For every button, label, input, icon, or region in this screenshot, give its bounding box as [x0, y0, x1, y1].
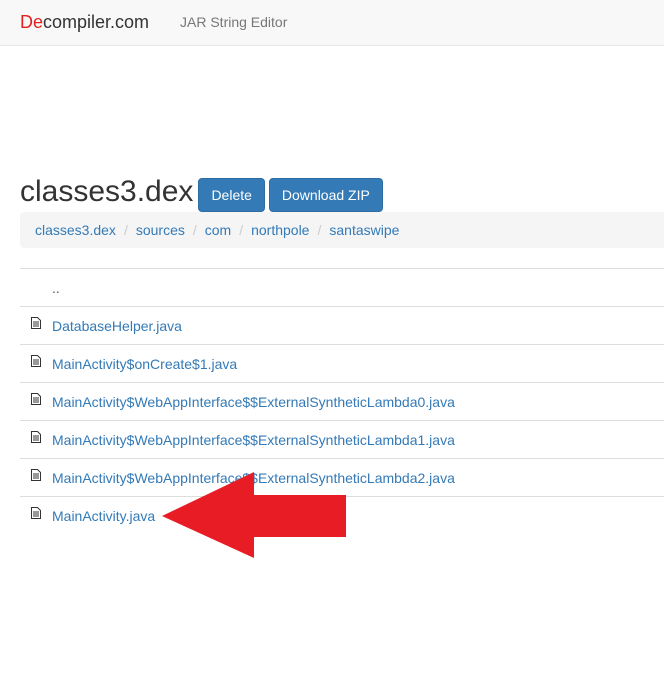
page-title: classes3.dex — [20, 175, 194, 208]
breadcrumb-separator: / — [192, 222, 197, 238]
breadcrumb-item-northpole[interactable]: northpole — [251, 222, 309, 238]
file-row[interactable]: MainActivity$WebAppInterface$$ExternalSy… — [20, 383, 664, 421]
file-icon — [31, 431, 41, 443]
brand-accent: De — [20, 12, 44, 32]
file-icon — [31, 317, 41, 329]
file-link[interactable]: DatabaseHelper.java — [52, 318, 182, 334]
file-link[interactable]: MainActivity$WebAppInterface$$ExternalSy… — [52, 394, 455, 410]
parent-directory-row[interactable]: .. — [20, 269, 664, 307]
file-row[interactable]: DatabaseHelper.java — [20, 307, 664, 345]
file-icon — [31, 469, 41, 481]
nav-link-jar-string-editor[interactable]: JAR String Editor — [180, 14, 287, 30]
brand-logo-link[interactable]: Decompiler.com — [20, 11, 149, 33]
breadcrumb-item-sources[interactable]: sources — [136, 222, 185, 238]
delete-button[interactable]: Delete — [198, 178, 265, 212]
red-arrow-left-icon — [162, 472, 346, 558]
breadcrumb: classes3.dex / sources / com / northpole… — [20, 212, 664, 248]
breadcrumb-item-santaswipe[interactable]: santaswipe — [329, 222, 399, 238]
breadcrumb-separator: / — [123, 222, 128, 238]
file-row[interactable]: MainActivity$WebAppInterface$$ExternalSy… — [20, 421, 664, 459]
file-icon — [31, 507, 41, 519]
download-zip-button[interactable]: Download ZIP — [268, 178, 383, 212]
breadcrumb-separator: / — [317, 222, 322, 238]
breadcrumb-item-com[interactable]: com — [205, 222, 231, 238]
parent-directory-link[interactable]: .. — [52, 280, 60, 296]
file-icon — [31, 393, 41, 405]
file-link[interactable]: MainActivity$WebAppInterface$$ExternalSy… — [52, 432, 455, 448]
file-icon — [31, 355, 41, 367]
breadcrumb-item-classes3-dex[interactable]: classes3.dex — [35, 222, 116, 238]
breadcrumb-separator: / — [239, 222, 244, 238]
file-row[interactable]: MainActivity$onCreate$1.java — [20, 345, 664, 383]
navbar: Decompiler.com JAR String Editor — [0, 0, 664, 46]
file-link[interactable]: MainActivity$onCreate$1.java — [52, 356, 237, 372]
file-link[interactable]: MainActivity.java — [52, 508, 155, 524]
title-row: classes3.dex Delete Download ZIP — [20, 172, 383, 212]
brand-rest: compiler.com — [43, 12, 150, 32]
